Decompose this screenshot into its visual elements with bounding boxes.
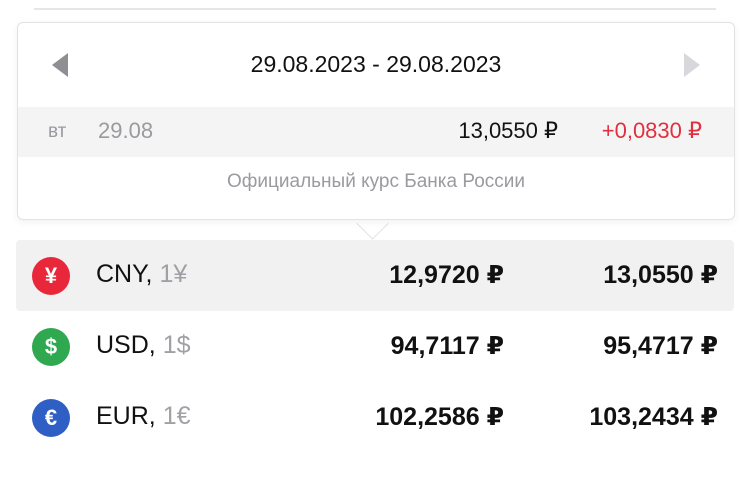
dollar-icon: $	[32, 328, 70, 366]
day-date-label: 29.08	[98, 118, 154, 143]
weekday-label: вт	[48, 121, 67, 142]
day-rate-value: 13,0550 ₽	[458, 118, 558, 143]
currency-code-text: CNY,	[96, 260, 153, 288]
date-range-label: 29.08.2023 - 29.08.2023	[250, 51, 502, 77]
yuan-icon: ¥	[32, 257, 70, 295]
next-period-arrow-icon[interactable]	[684, 53, 700, 77]
rate-history-popover: 29.08.2023 - 29.08.2023 вт 29.08 13,0550…	[17, 22, 735, 220]
sell-rate: 103,2434 ₽	[589, 403, 718, 431]
currency-unit: 1€	[162, 402, 191, 430]
day-rate-row: вт 29.08 13,0550 ₽ +0,0830 ₽	[18, 107, 734, 157]
currency-code: CNY, 1¥	[96, 260, 187, 289]
buy-rate: 12,9720 ₽	[389, 261, 504, 289]
currency-code-text: EUR,	[96, 402, 156, 430]
currency-row-usd[interactable]: $ USD, 1$ 94,7117 ₽ 95,4717 ₽	[16, 311, 734, 382]
currency-row-eur[interactable]: € EUR, 1€ 102,2586 ₽ 103,2434 ₽	[16, 382, 734, 453]
currency-code: USD, 1$	[96, 331, 191, 360]
currency-code-text: USD,	[96, 331, 156, 359]
sell-rate: 13,0550 ₽	[603, 261, 718, 289]
currency-code: EUR, 1€	[96, 402, 191, 431]
currency-unit: 1¥	[159, 260, 188, 288]
euro-icon: €	[32, 399, 70, 437]
sell-rate: 95,4717 ₽	[603, 332, 718, 360]
buy-rate: 94,7117 ₽	[390, 332, 504, 360]
buy-rate: 102,2586 ₽	[375, 403, 504, 431]
currency-row-cny[interactable]: ¥ CNY, 1¥ 12,9720 ₽ 13,0550 ₽	[16, 240, 734, 311]
day-change-value: +0,0830 ₽	[601, 118, 702, 143]
top-divider	[34, 8, 716, 10]
currency-rates-list: ¥ CNY, 1¥ 12,9720 ₽ 13,0550 ₽ $ USD, 1$ …	[16, 240, 734, 453]
currency-unit: 1$	[162, 331, 191, 359]
source-note: Официальный курс Банка России	[226, 171, 525, 192]
